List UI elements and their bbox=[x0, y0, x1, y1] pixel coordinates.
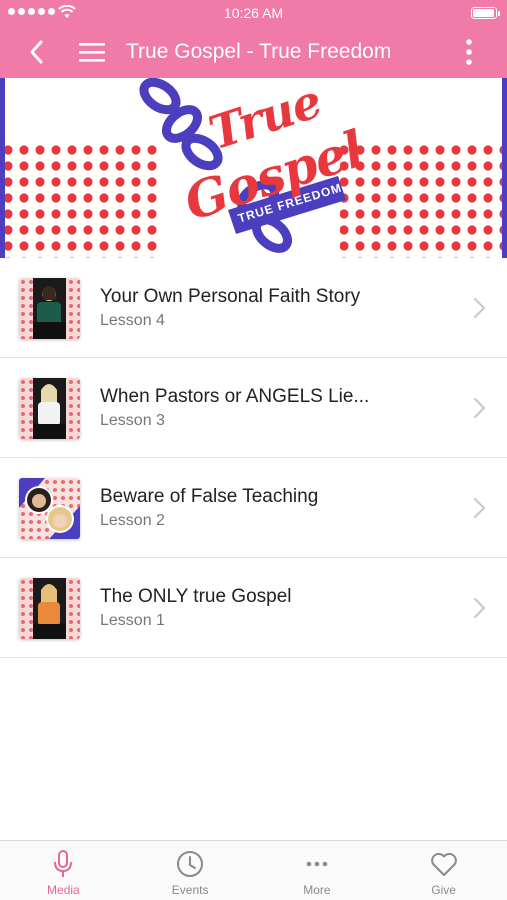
clock-icon bbox=[177, 851, 204, 877]
tab-label: More bbox=[303, 883, 331, 897]
back-chevron-icon[interactable] bbox=[24, 38, 52, 66]
tab-label: Give bbox=[431, 883, 456, 897]
lesson-thumbnail bbox=[19, 578, 80, 639]
chevron-right-icon bbox=[474, 398, 485, 418]
tab-events[interactable]: Events bbox=[127, 841, 254, 900]
lesson-thumbnail bbox=[19, 478, 80, 539]
lesson-number: Lesson 3 bbox=[100, 412, 165, 429]
lesson-title: When Pastors or ANGELS Lie... bbox=[100, 386, 370, 407]
status-bar: 10:26 AM bbox=[0, 0, 507, 26]
lesson-number: Lesson 2 bbox=[100, 512, 165, 529]
tab-label: Media bbox=[47, 883, 80, 897]
list-item[interactable]: When Pastors or ANGELS Lie... Lesson 3 bbox=[0, 358, 507, 458]
chevron-right-icon bbox=[474, 498, 485, 518]
more-dots-icon bbox=[306, 861, 328, 867]
heart-icon bbox=[430, 852, 457, 876]
lesson-number: Lesson 1 bbox=[100, 612, 165, 629]
more-vertical-icon[interactable] bbox=[459, 38, 479, 66]
lesson-thumbnail bbox=[19, 378, 80, 439]
list-item[interactable]: The ONLY true Gospel Lesson 1 bbox=[0, 558, 507, 658]
lesson-title: The ONLY true Gospel bbox=[100, 586, 292, 607]
tab-label: Events bbox=[171, 883, 209, 897]
status-time: 10:26 AM bbox=[223, 5, 284, 21]
lesson-thumbnail bbox=[19, 278, 80, 339]
tab-give[interactable]: Give bbox=[380, 841, 507, 900]
list-item[interactable]: Your Own Personal Faith Story Lesson 4 bbox=[0, 258, 507, 358]
page-title: True Gospel - True Freedom bbox=[126, 40, 392, 63]
chevron-right-icon bbox=[474, 598, 485, 618]
tab-more[interactable]: More bbox=[254, 841, 381, 900]
lesson-title: Your Own Personal Faith Story bbox=[100, 286, 361, 307]
chevron-right-icon bbox=[474, 298, 485, 318]
tab-media[interactable]: Media bbox=[0, 841, 127, 900]
microphone-icon bbox=[54, 850, 73, 877]
lesson-list: Your Own Personal Faith Story Lesson 4 W… bbox=[0, 258, 507, 658]
navigation-bar: True Gospel - True Freedom bbox=[0, 26, 507, 78]
battery-icon bbox=[471, 7, 500, 19]
lesson-title: Beware of False Teaching bbox=[100, 486, 319, 507]
list-item[interactable]: Beware of False Teaching Lesson 2 bbox=[0, 458, 507, 558]
lesson-number: Lesson 4 bbox=[100, 312, 165, 329]
hamburger-menu-icon[interactable] bbox=[78, 40, 106, 64]
tab-bar: Media Events More Give bbox=[0, 840, 507, 900]
series-banner: True Gospel TRUE FREEDOM bbox=[0, 78, 507, 258]
